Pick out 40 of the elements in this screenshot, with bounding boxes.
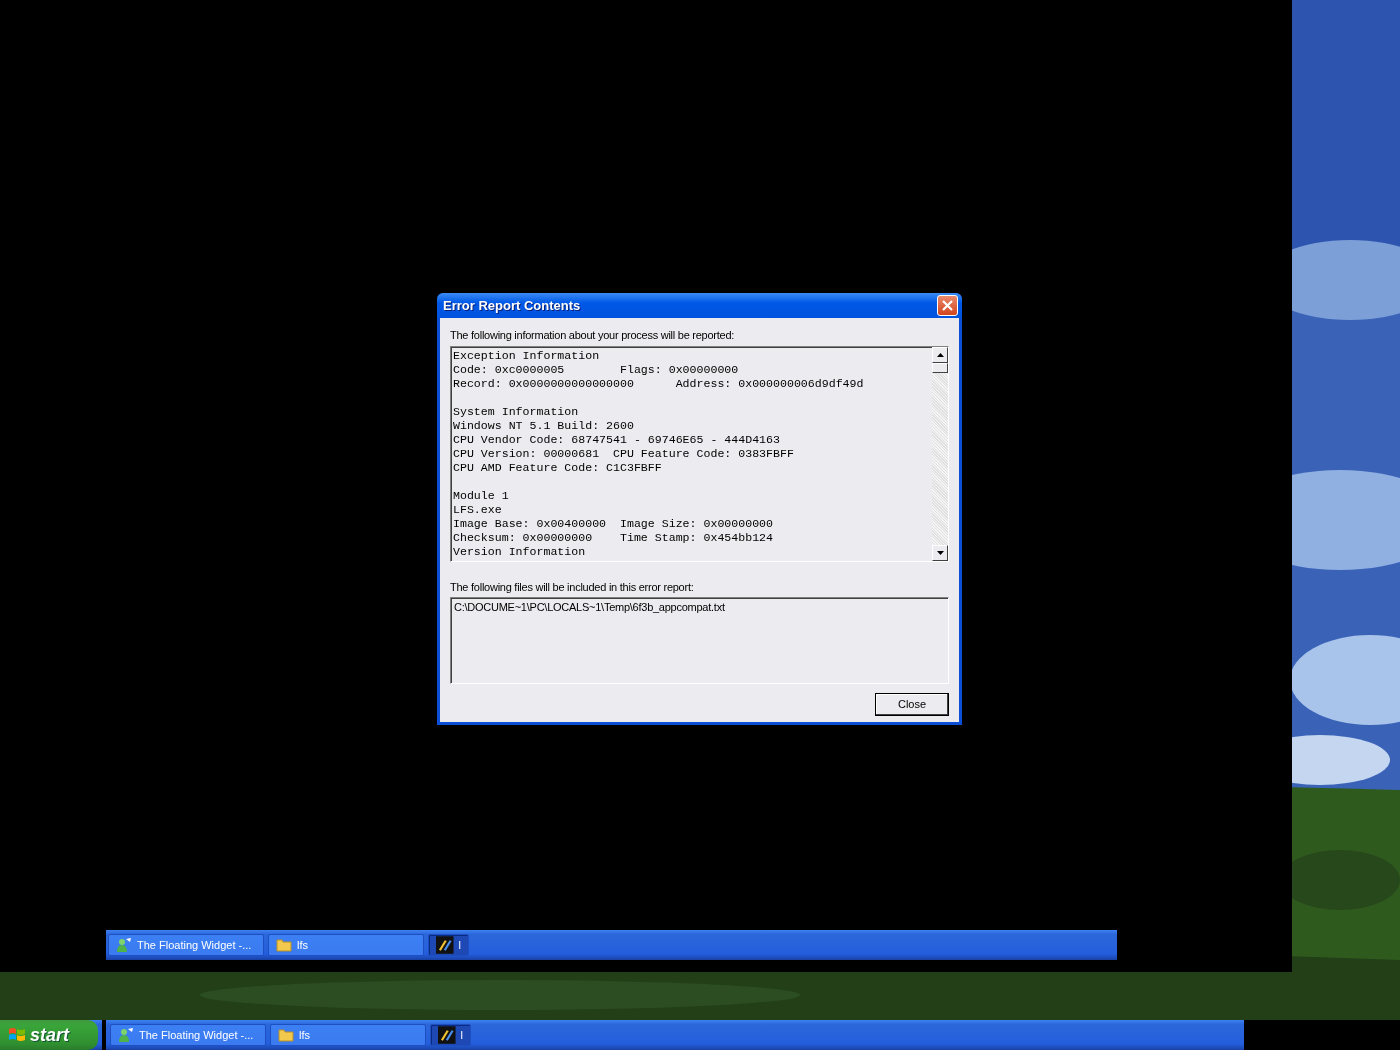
report-line: Checksum: 0x00000000 Time Stamp: 0x454bb124 <box>453 531 775 545</box>
taskbar-button[interactable]: lfs <box>270 1024 426 1046</box>
file-path: C:\DOCUME~1\PC\LOCALS~1\Temp\6f3b_appcompat.txt <box>454 600 726 614</box>
up-arrow-icon <box>936 353 944 357</box>
report-line: Windows NT 5.1 Build: 2600 <box>453 419 635 433</box>
scrollbar[interactable] <box>932 347 948 561</box>
close-button[interactable] <box>937 295 958 316</box>
start-button[interactable]: start <box>0 1020 98 1050</box>
folder-icon <box>278 1028 294 1042</box>
close-icon <box>942 300 953 311</box>
report-line: Version Information <box>453 545 587 559</box>
report-line: CPU Vendor Code: 68747541 - 69746E65 - 444D4163 <box>453 433 781 447</box>
report-line: Record: 0x0000000000000000 Address: 0x000000006d9df49d <box>453 377 865 391</box>
report-line: Module 1 <box>453 489 510 503</box>
app-icon <box>436 936 454 954</box>
windows-logo-icon <box>8 1026 26 1044</box>
person-icon <box>116 937 132 953</box>
window-title: Error Report Contents <box>443 296 581 315</box>
person-icon <box>118 1027 134 1043</box>
report-line: Code: 0xc0000005 Flags: 0x00000000 <box>453 363 740 377</box>
scroll-thumb[interactable] <box>932 363 948 373</box>
down-arrow-icon <box>936 551 944 555</box>
taskbar-button[interactable]: The Floating Widget -... <box>110 1024 266 1046</box>
folder-icon <box>276 938 292 952</box>
report-line: LFS.exe <box>453 503 503 517</box>
taskbar-button[interactable]: l <box>430 1024 471 1046</box>
files-label: The following files will be included in this error report: <box>450 580 695 594</box>
app-icon <box>438 1026 456 1044</box>
report-line: Exception Information <box>453 349 601 363</box>
taskbar-button[interactable]: lfs <box>268 934 424 956</box>
taskbar-button[interactable]: The Floating Widget -... <box>108 934 264 956</box>
scroll-up-button[interactable] <box>932 347 948 363</box>
close-button[interactable]: Close <box>875 693 949 716</box>
report-line: Image Base: 0x00400000 Image Size: 0x00000000 <box>453 517 775 531</box>
report-label: The following information about your process will be reported: <box>450 328 736 342</box>
report-line: System Information <box>453 405 580 419</box>
scroll-down-button[interactable] <box>932 545 948 561</box>
report-line: CPU AMD Feature Code: C1C3FBFF <box>453 461 663 475</box>
report-line: CPU Version: 00000681 CPU Feature Code: 0383FBFF <box>453 447 795 461</box>
taskbar-button[interactable]: l <box>428 934 469 956</box>
